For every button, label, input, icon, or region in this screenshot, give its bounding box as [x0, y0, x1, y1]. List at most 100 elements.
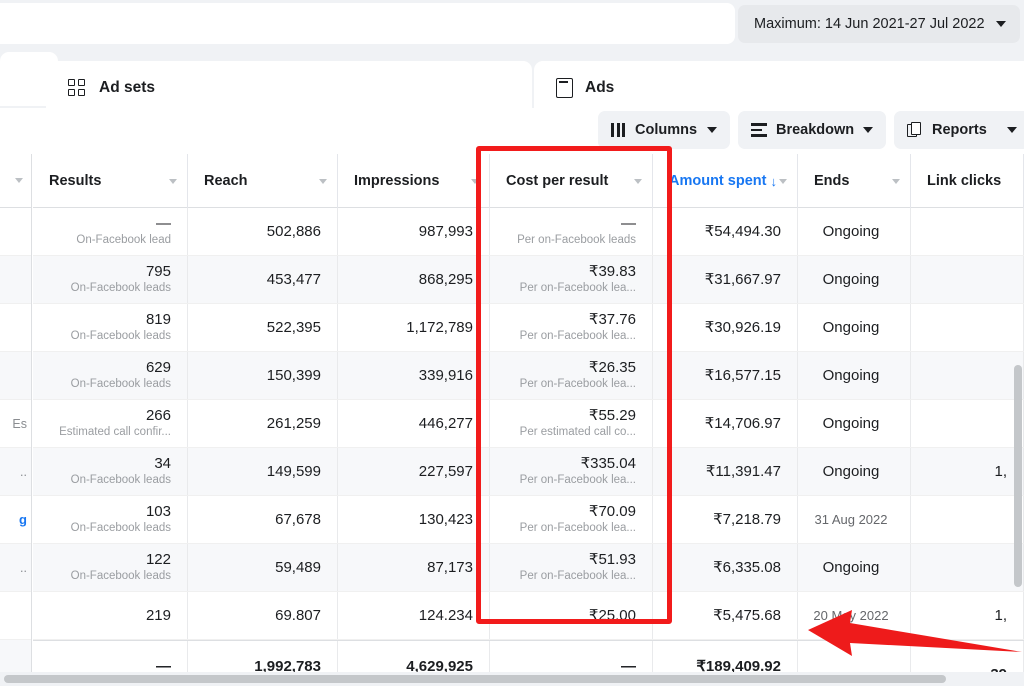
frozen-column-cells: Es.. g..	[0, 208, 31, 672]
cell-ends: Ongoing	[798, 448, 911, 495]
column-header-cost[interactable]: Cost per result	[490, 154, 653, 208]
date-range-picker[interactable]: Maximum: 14 Jun 2021-27 Jul 2022	[738, 5, 1020, 43]
top-bar: Maximum: 14 Jun 2021-27 Jul 2022	[0, 0, 1024, 52]
columns-button[interactable]: Columns	[598, 111, 730, 149]
frozen-cell	[0, 592, 31, 640]
column-header-amount[interactable]: Amount spent ↓	[653, 154, 798, 208]
cell-results: 122 On-Facebook leads	[33, 544, 188, 591]
columns-button-label: Columns	[635, 122, 698, 138]
cell-link_clicks	[911, 208, 1024, 255]
horizontal-scrollbar-thumb[interactable]	[4, 675, 946, 683]
cell-value: 219	[145, 607, 171, 624]
cell-value: 446,277	[418, 415, 473, 432]
cell-value: ₹14,706.97	[704, 415, 781, 432]
column-header-results[interactable]: Results	[33, 154, 188, 208]
breakdown-button[interactable]: Breakdown	[738, 111, 886, 149]
cell-value: ₹70.09	[588, 503, 636, 520]
table-row[interactable]: 266 Estimated call confir... 261,259 446,27…	[33, 400, 1024, 448]
column-header-impressions[interactable]: Impressions	[338, 154, 490, 208]
cell-results: 266 Estimated call confir...	[33, 400, 188, 447]
table-row[interactable]: 122 On-Facebook leads 59,489 87,173 ₹51.93 Pe…	[33, 544, 1024, 592]
vertical-scrollbar[interactable]	[1014, 365, 1022, 587]
cell-cost: ₹335.04 Per on-Facebook lea...	[490, 448, 653, 495]
cell-subtext: On-Facebook leads	[70, 522, 171, 534]
chevron-down-icon[interactable]	[319, 178, 327, 184]
cell-subtext: On-Facebook leads	[70, 378, 171, 390]
cell-value: 868,295	[418, 271, 473, 288]
table-row[interactable]: 34 On-Facebook leads 149,599 227,597 ₹335.04…	[33, 448, 1024, 496]
tab-ads[interactable]: Ads	[534, 61, 1024, 115]
chevron-down-icon[interactable]	[892, 178, 900, 184]
cell-value: Ongoing	[822, 223, 880, 240]
cell-subtext: On-Facebook lead	[76, 234, 171, 246]
cell-subtext: On-Facebook leads	[70, 474, 171, 486]
cell-value: ₹5,475.68	[713, 607, 781, 624]
cell-amount: ₹54,494.30	[653, 208, 798, 255]
table-body: — On-Facebook lead 502,886 987,993 — Per on-F…	[33, 208, 1024, 640]
column-header-link_clicks[interactable]: Link clicks	[911, 154, 1024, 208]
cell-ends: 31 Aug 2022	[798, 496, 911, 543]
cell-value: 69.807	[275, 607, 321, 624]
table-row[interactable]: 219 69.807 124.234 ₹25.00 ₹5,475.68 20 May 20…	[33, 592, 1024, 640]
tab-ad-sets[interactable]: Ad sets	[46, 61, 532, 115]
table-row[interactable]: 795 On-Facebook leads 453,477 868,295 ₹39.83…	[33, 256, 1024, 304]
chevron-down-icon	[996, 21, 1006, 27]
table-header-row: Results Reach Impressions Cost per result Am…	[33, 154, 1024, 208]
horizontal-scrollbar-track[interactable]	[0, 672, 1024, 686]
reports-button[interactable]: Reports	[894, 111, 1024, 149]
cell-value: 987,993	[418, 223, 473, 240]
table-total-row: —Multiple conversions1,992,783People4,62…	[33, 640, 1024, 672]
breakdown-icon	[751, 123, 767, 137]
total-cell-ends	[798, 641, 911, 672]
cell-ends: Ongoing	[798, 256, 911, 303]
cell-ends: 20 May 2022	[798, 592, 911, 639]
cell-amount: ₹7,218.79	[653, 496, 798, 543]
table-row[interactable]: 629 On-Facebook leads 150,399 339,916 ₹26.35…	[33, 352, 1024, 400]
chevron-down-icon[interactable]	[169, 178, 177, 184]
chevron-down-icon[interactable]	[634, 178, 642, 184]
cell-value: 87,173	[427, 559, 473, 576]
facebook-ads-manager-screenshot: Maximum: 14 Jun 2021-27 Jul 2022 Ad sets…	[0, 0, 1024, 686]
frozen-cell	[0, 304, 31, 352]
cell-results: 34 On-Facebook leads	[33, 448, 188, 495]
chevron-down-icon	[1007, 127, 1017, 133]
frozen-cell	[0, 640, 31, 672]
chevron-down-icon[interactable]	[779, 178, 787, 184]
table-row[interactable]: 103 On-Facebook leads 67,678 130,423 ₹70.09 P…	[33, 496, 1024, 544]
cell-link_clicks	[911, 256, 1024, 303]
total-cell-results: —Multiple conversions	[33, 641, 188, 672]
column-header-label: Ends	[814, 173, 850, 189]
cell-subtext: Per on-Facebook lea...	[519, 330, 636, 342]
total-value: 1,992,783	[254, 657, 321, 673]
column-header-reach[interactable]: Reach	[188, 154, 338, 208]
breakdown-button-label: Breakdown	[776, 122, 855, 138]
cell-link_clicks	[911, 544, 1024, 591]
cell-amount: ₹31,667.97	[653, 256, 798, 303]
cell-ends: Ongoing	[798, 352, 911, 399]
cell-subtext: On-Facebook leads	[70, 570, 171, 582]
total-value: —	[156, 657, 171, 673]
tab-ad-sets-label: Ad sets	[99, 79, 155, 96]
ad-sets-grid-icon	[68, 78, 87, 98]
cell-value: ₹54,494.30	[704, 223, 781, 240]
chevron-down-icon[interactable]	[471, 178, 479, 184]
cell-cost: ₹55.29 Per estimated call co...	[490, 400, 653, 447]
table-row[interactable]: 819 On-Facebook leads 522,395 1,172,789 ₹37.…	[33, 304, 1024, 352]
cell-results: 629 On-Facebook leads	[33, 352, 188, 399]
cell-results: 795 On-Facebook leads	[33, 256, 188, 303]
cell-subtext: Per on-Facebook lea...	[519, 570, 636, 582]
cell-impressions: 130,423	[338, 496, 490, 543]
cell-impressions: 446,277	[338, 400, 490, 447]
cell-value: ₹25.00	[588, 607, 636, 624]
cell-amount: ₹5,475.68	[653, 592, 798, 639]
cell-reach: 59,489	[188, 544, 338, 591]
cell-link_clicks: 1,	[911, 448, 1024, 495]
cell-value: Ongoing	[822, 367, 880, 384]
cell-value: 103	[145, 503, 171, 520]
cell-subtext: On-Facebook leads	[70, 330, 171, 342]
total-cell-impressions: 4,629,925Total	[338, 641, 490, 672]
table-row[interactable]: — On-Facebook lead 502,886 987,993 — Per on-F…	[33, 208, 1024, 256]
column-header-ends[interactable]: Ends	[798, 154, 911, 208]
cell-impressions: 87,173	[338, 544, 490, 591]
frozen-column-header[interactable]	[0, 154, 31, 208]
